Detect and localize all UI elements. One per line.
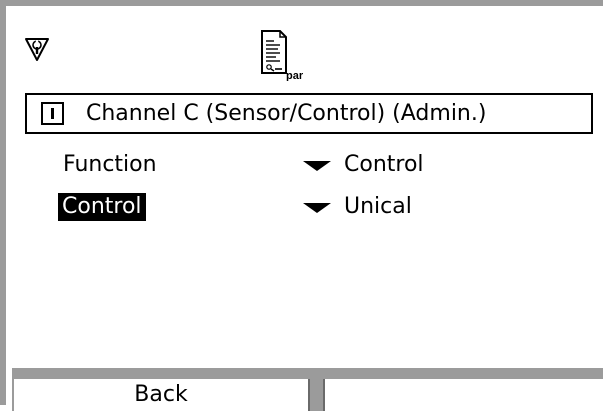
back-softkey-label: Back: [134, 382, 188, 407]
control-label-selected[interactable]: Control: [58, 193, 146, 221]
dropdown-arrow-icon[interactable]: [303, 161, 331, 171]
channel-header: Channel C (Sensor/Control) (Admin.): [25, 93, 593, 134]
parameter-document-icon: par: [261, 30, 304, 81]
function-label[interactable]: Function: [63, 151, 157, 179]
control-value[interactable]: Unical: [344, 193, 412, 221]
function-value[interactable]: Control: [344, 151, 424, 179]
channel-module-icon: [41, 102, 64, 125]
device-screen: par Channel C (Sensor/Control) (Admin.) …: [0, 0, 603, 411]
mode-subscript: par: [286, 70, 304, 81]
dropdown-arrow-icon[interactable]: [303, 203, 331, 213]
right-softkey[interactable]: [323, 379, 603, 411]
wrench-shield-icon: [25, 38, 49, 61]
back-softkey[interactable]: Back: [14, 379, 310, 411]
page-title: Channel C (Sensor/Control) (Admin.): [86, 101, 487, 126]
